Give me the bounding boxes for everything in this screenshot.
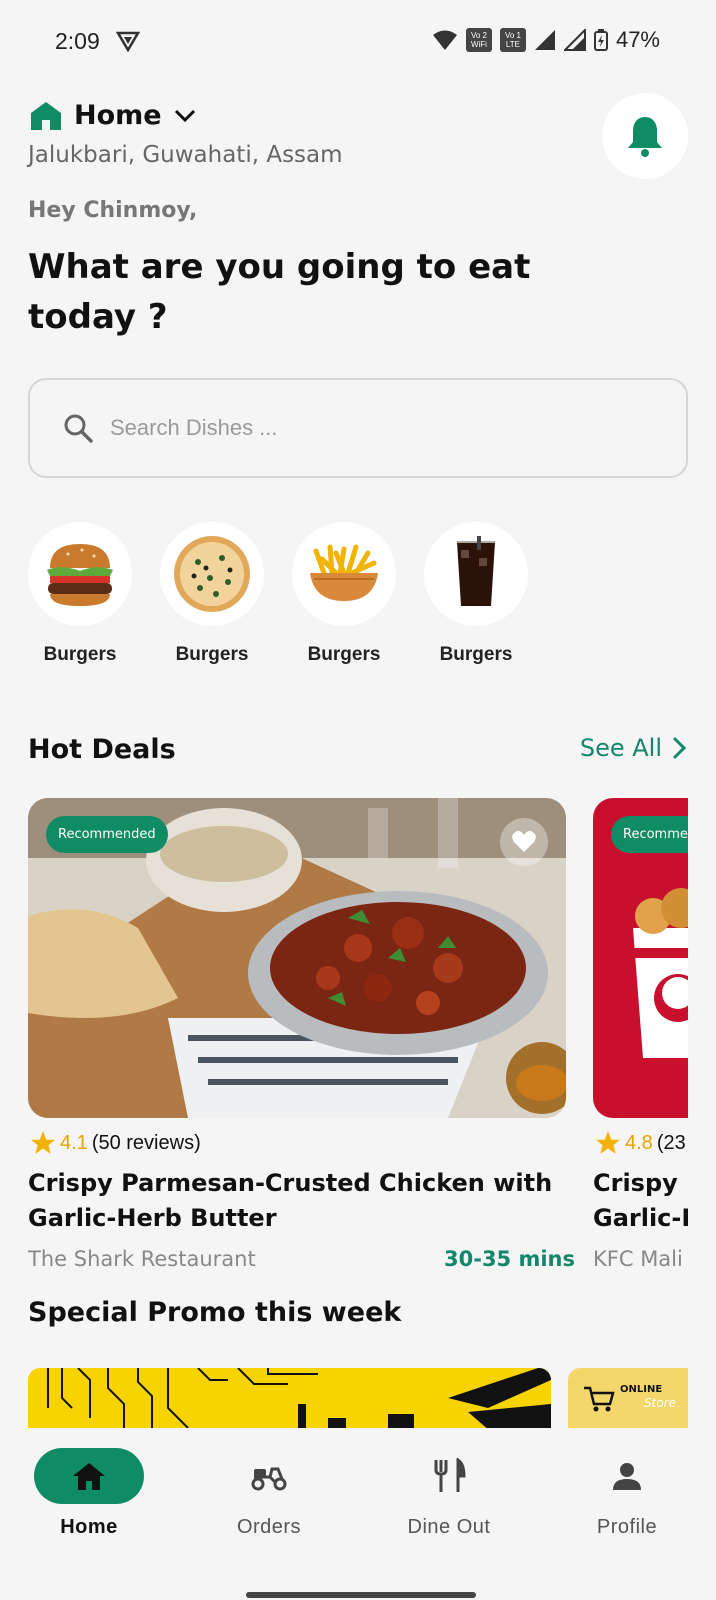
status-icons: Vo 2 WiFi Vo 1 LTE 47% [432,27,660,53]
heart-icon [512,831,536,852]
search-icon [64,414,93,443]
vowifi-badge: Vo 2 WiFi [465,28,492,52]
category-item[interactable]: Burgers [160,522,264,666]
nav-label: Profile [596,1516,658,1538]
battery-icon [593,29,608,51]
promo-banner[interactable] [28,1368,551,1428]
burger-icon [47,544,113,606]
page-title: What are you going to eat today ? [28,247,531,337]
deal-card[interactable]: Recommended [28,798,566,1118]
cart-icon [584,1386,615,1412]
location-selector[interactable]: Home [30,100,196,131]
recommended-badge: Recommended [611,816,688,853]
dish-title[interactable]: Crispy Parmesan-Crusted Chicken with Gar… [28,1166,568,1236]
scooter-icon [251,1467,287,1491]
star-icon [31,1131,55,1154]
fries-icon [310,544,378,601]
battery-percent: 47% [615,27,660,52]
promo-banner[interactable]: ONLINE Store [568,1368,688,1428]
nav-profile[interactable]: Profile [562,1448,692,1539]
notifications-button[interactable] [602,93,688,179]
deal-card-clip: Recommended 4.8 (23 Crispy Parmesan-Crus… [593,798,688,1268]
home-indicator[interactable] [246,1592,476,1598]
star-icon [596,1131,620,1154]
pizza-icon [174,536,250,612]
location-title: Home [74,100,162,131]
status-time: 2:09 [55,28,100,54]
home-icon [73,1463,105,1490]
cola-icon [457,536,495,606]
store-label-script: Store [644,1396,676,1410]
bell-icon [628,117,662,157]
see-all-link[interactable]: See All [580,734,686,762]
category-item[interactable]: Burgers [424,522,528,666]
category-label: Burgers [307,644,381,665]
bottom-navigation: Home Orders Dine Out Profile [0,1428,716,1600]
store-label: ONLINE [620,1384,663,1395]
delivery-time: 30-35 mins [444,1247,576,1271]
cutlery-icon [434,1458,466,1492]
signal-icon [534,30,555,50]
nav-label: Orders [236,1516,302,1538]
promo-title: Special Promo this week [28,1297,402,1328]
favorite-button[interactable] [500,818,548,866]
see-all-label: See All [579,734,662,762]
chevron-down-icon [174,109,195,122]
nav-label: Home [60,1516,118,1538]
rating-row: 4.8 (23 [595,1130,686,1156]
review-count: (23 [656,1131,686,1154]
chevron-right-icon [672,736,686,760]
vpn-shield-icon [116,31,140,52]
category-label: Burgers [43,644,117,665]
category-label: Burgers [439,644,513,665]
deal-card[interactable]: Recommended [593,798,688,1118]
status-bar: 2:09 Vo 2 WiFi Vo 1 LTE 47% [0,0,716,84]
home-location-icon [31,101,61,130]
greeting: Hey Chinmoy, [28,198,198,223]
restaurant-name: KFC Mali [593,1247,683,1268]
rating-value: 4.8 [625,1131,653,1154]
location-address: Jalukbari, Guwahati, Assam [28,142,343,168]
rating-row: 4.1 (50 reviews) [30,1130,201,1156]
wifi-icon [432,30,457,50]
nav-orders[interactable]: Orders [204,1448,334,1539]
nav-home[interactable]: Home [24,1448,154,1539]
search-placeholder: Search Dishes ... [110,415,278,440]
rating-value: 4.1 [60,1131,88,1154]
person-icon [613,1463,641,1490]
nav-dine-out[interactable]: Dine Out [384,1448,514,1539]
category-item[interactable]: Burgers [292,522,396,666]
hot-deals-title: Hot Deals [28,734,176,765]
deal-image: Recommended [28,798,566,1118]
promo-carousel: ONLINE Store [28,1368,688,1428]
nav-label: Dine Out [407,1516,491,1538]
category-label: Burgers [175,644,249,665]
signal-icon-2 [563,29,586,51]
restaurant-name: The Shark Restaurant [28,1247,256,1271]
search-input[interactable]: Search Dishes ... [28,378,688,478]
volte-badge: Vo 1 LTE [499,28,526,52]
category-list: Burgers Burgers Burgers Burgers [28,522,528,666]
review-count: (50 reviews) [91,1131,201,1154]
recommended-badge: Recommended [46,816,168,853]
promo-banner-art [47,1368,551,1428]
category-item[interactable]: Burgers [28,522,132,666]
dish-title[interactable]: Crispy Parmesan-Crusted Chicken with Gar… [593,1166,688,1236]
